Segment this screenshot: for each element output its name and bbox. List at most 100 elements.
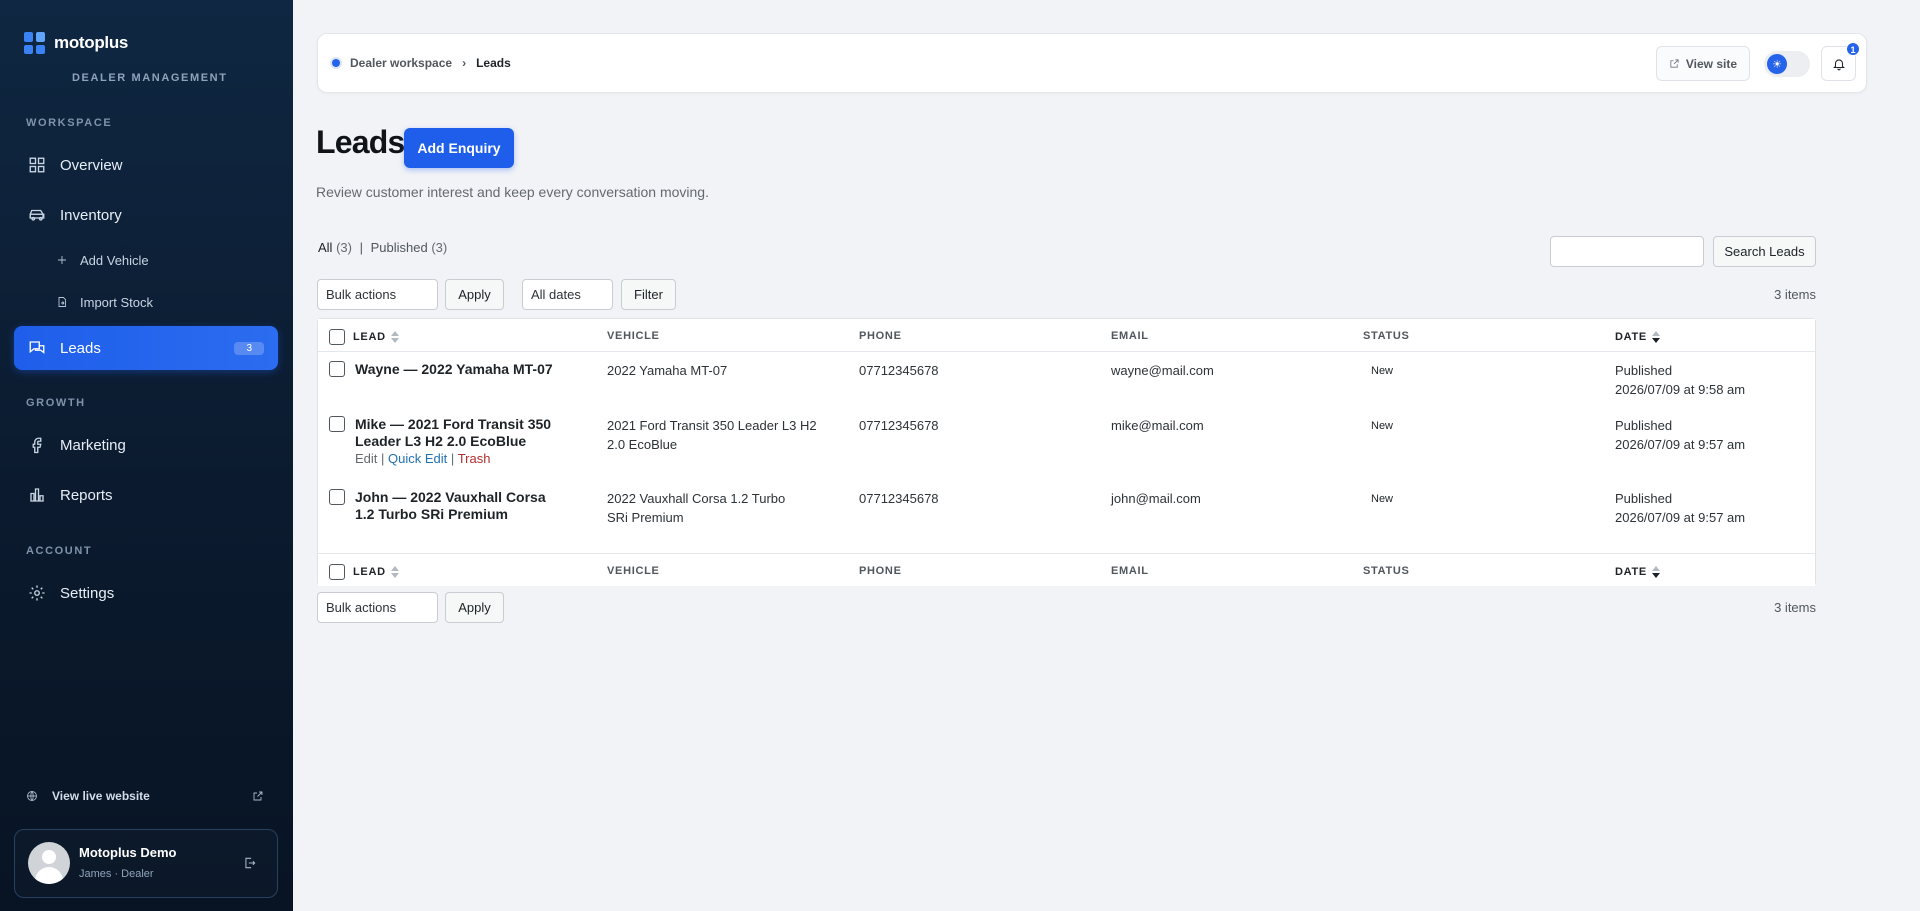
leads-table: LEAD VEHICLE PHONE EMAIL STATUS DATE Way… bbox=[317, 318, 1816, 586]
gear-icon bbox=[29, 585, 45, 601]
globe-icon bbox=[27, 791, 37, 801]
row-checkbox[interactable] bbox=[329, 361, 345, 377]
brand-name: motoplus bbox=[54, 33, 129, 52]
status-badge: New bbox=[1371, 365, 1394, 377]
column-date[interactable]: DATE bbox=[1615, 330, 1660, 344]
date-status-cell: Published bbox=[1615, 363, 1673, 378]
sidebar-item-label: Leads bbox=[60, 339, 101, 357]
sidebar-item-label: Overview bbox=[60, 156, 123, 174]
select-all-checkbox[interactable] bbox=[329, 329, 345, 345]
items-count-bottom: 3 items bbox=[1774, 600, 1816, 615]
sidebar-subitem-import-stock[interactable]: Import Stock bbox=[56, 290, 153, 314]
date-filter-select[interactable]: All dates bbox=[522, 279, 613, 310]
breadcrumb-root[interactable]: Dealer workspace bbox=[350, 56, 452, 70]
row-checkbox[interactable] bbox=[329, 489, 345, 505]
table-row: Wayne — 2022 Yamaha MT-07 2022 Yamaha MT… bbox=[318, 352, 1815, 407]
view-live-website-link[interactable]: View live website bbox=[26, 789, 264, 803]
filter-published-link[interactable]: Published (3) bbox=[371, 240, 448, 255]
breadcrumb-separator: › bbox=[462, 56, 467, 70]
table-footer: LEAD VEHICLE PHONE EMAIL STATUS DATE bbox=[318, 553, 1815, 586]
status-dot-icon bbox=[332, 59, 340, 67]
theme-toggle[interactable]: ☀ bbox=[1764, 51, 1810, 77]
lead-title-link[interactable]: Wayne — 2022 Yamaha MT-07 bbox=[355, 361, 585, 378]
sidebar-item-label: Settings bbox=[60, 584, 115, 602]
row-checkbox[interactable] bbox=[329, 416, 345, 432]
notifications-button[interactable]: 1 bbox=[1821, 42, 1860, 81]
column-email-footer: EMAIL bbox=[1111, 565, 1149, 577]
column-date-footer[interactable]: DATE bbox=[1615, 565, 1660, 579]
lead-title-link[interactable]: Mike — 2021 Ford Transit 350 Leader L3 H… bbox=[355, 416, 565, 450]
table-header: LEAD VEHICLE PHONE EMAIL STATUS DATE bbox=[318, 319, 1815, 352]
bulk-actions-select-top[interactable]: Bulk actions bbox=[317, 279, 438, 310]
column-email: EMAIL bbox=[1111, 330, 1149, 342]
sidebar-item-overview[interactable]: Overview bbox=[14, 143, 278, 187]
phone-cell: 07712345678 bbox=[859, 491, 939, 506]
sidebar-item-reports[interactable]: Reports bbox=[14, 473, 278, 517]
quick-edit-link[interactable]: Quick Edit bbox=[388, 451, 447, 466]
bulk-actions-select-bottom[interactable]: Bulk actions bbox=[317, 592, 438, 623]
add-enquiry-button[interactable]: Add Enquiry bbox=[404, 128, 514, 168]
trash-link[interactable]: Trash bbox=[458, 451, 491, 466]
select-all-checkbox-bottom[interactable] bbox=[329, 564, 345, 580]
sidebar-subitem-label: Import Stock bbox=[80, 294, 153, 310]
table-row: Mike — 2021 Ford Transit 350 Leader L3 H… bbox=[318, 407, 1815, 480]
column-vehicle-footer: VEHICLE bbox=[607, 565, 660, 577]
breadcrumb: Dealer workspace › Leads bbox=[332, 56, 511, 70]
row-actions-separator: | bbox=[450, 451, 455, 466]
date-cell: 2026/07/09 at 9:57 am bbox=[1615, 510, 1746, 525]
lead-title-link[interactable]: John — 2022 Vauxhall Corsa 1.2 Turbo SRi… bbox=[355, 489, 565, 523]
column-lead-label: LEAD bbox=[353, 331, 386, 343]
user-card[interactable]: Motoplus Demo James · Dealer bbox=[14, 829, 278, 898]
search-leads-button[interactable]: Search Leads bbox=[1713, 236, 1816, 267]
column-lead[interactable]: LEAD bbox=[353, 330, 399, 344]
user-name: Motoplus Demo bbox=[79, 845, 177, 860]
filter-all-link[interactable]: All (3) bbox=[318, 240, 352, 255]
sidebar-item-marketing[interactable]: Marketing bbox=[14, 423, 278, 467]
apply-button-top[interactable]: Apply bbox=[445, 279, 504, 310]
column-lead-footer[interactable]: LEAD bbox=[353, 565, 399, 579]
filter-button[interactable]: Filter bbox=[621, 279, 676, 310]
user-role: James · Dealer bbox=[79, 868, 154, 880]
vehicle-cell: 2022 Vauxhall Corsa 1.2 Turbo SRi Premiu… bbox=[607, 491, 786, 525]
brand-grid-icon bbox=[24, 32, 46, 54]
filter-separator: | bbox=[359, 240, 363, 255]
sort-icon bbox=[390, 330, 399, 344]
file-import-icon bbox=[58, 297, 66, 307]
filter-all-count: (3) bbox=[336, 240, 352, 255]
row-actions: Edit | Quick Edit | Trash bbox=[355, 451, 490, 466]
date-cell: 2026/07/09 at 9:57 am bbox=[1615, 437, 1746, 452]
brand-logo[interactable]: motoplus bbox=[24, 32, 128, 54]
sidebar-subitem-label: Add Vehicle bbox=[80, 252, 149, 268]
notifications-count-badge: 1 bbox=[1846, 42, 1860, 56]
column-status: STATUS bbox=[1363, 330, 1410, 342]
view-site-button[interactable]: View site bbox=[1655, 46, 1750, 81]
sidebar-subitem-add-vehicle[interactable]: Add Vehicle bbox=[56, 248, 149, 272]
status-filter-links: All (3) | Published (3) bbox=[318, 240, 447, 255]
section-label-account: ACCOUNT bbox=[26, 545, 93, 557]
column-date-label: DATE bbox=[1615, 331, 1647, 343]
chat-icon bbox=[29, 341, 45, 354]
dashboard-icon bbox=[29, 157, 45, 173]
items-count-top: 3 items bbox=[1774, 287, 1816, 302]
logout-icon[interactable] bbox=[243, 856, 257, 870]
column-status-footer: STATUS bbox=[1363, 565, 1410, 577]
sidebar-item-settings[interactable]: Settings bbox=[14, 571, 278, 615]
search-input[interactable] bbox=[1550, 236, 1704, 267]
status-badge: New bbox=[1371, 420, 1394, 432]
sidebar-item-label: Reports bbox=[60, 486, 113, 504]
sidebar: motoplus DEALER MANAGEMENT WORKSPACE Ove… bbox=[0, 0, 293, 911]
sidebar-item-inventory[interactable]: Inventory bbox=[14, 193, 278, 237]
page-description: Review customer interest and keep every … bbox=[316, 184, 709, 200]
sidebar-item-leads[interactable]: Leads 3 bbox=[14, 326, 278, 370]
brand-subtitle: DEALER MANAGEMENT bbox=[72, 72, 228, 84]
leads-count-badge: 3 bbox=[234, 342, 264, 355]
plus-icon bbox=[58, 256, 66, 264]
email-cell: mike@mail.com bbox=[1111, 418, 1204, 433]
view-site-label: View site bbox=[1685, 56, 1737, 71]
edit-link[interactable]: Edit bbox=[355, 451, 377, 466]
sort-desc-icon bbox=[1651, 565, 1660, 579]
external-link-icon bbox=[253, 791, 263, 801]
apply-button-bottom[interactable]: Apply bbox=[445, 592, 504, 623]
column-date-label: DATE bbox=[1615, 566, 1647, 578]
date-status-cell: Published bbox=[1615, 418, 1673, 433]
